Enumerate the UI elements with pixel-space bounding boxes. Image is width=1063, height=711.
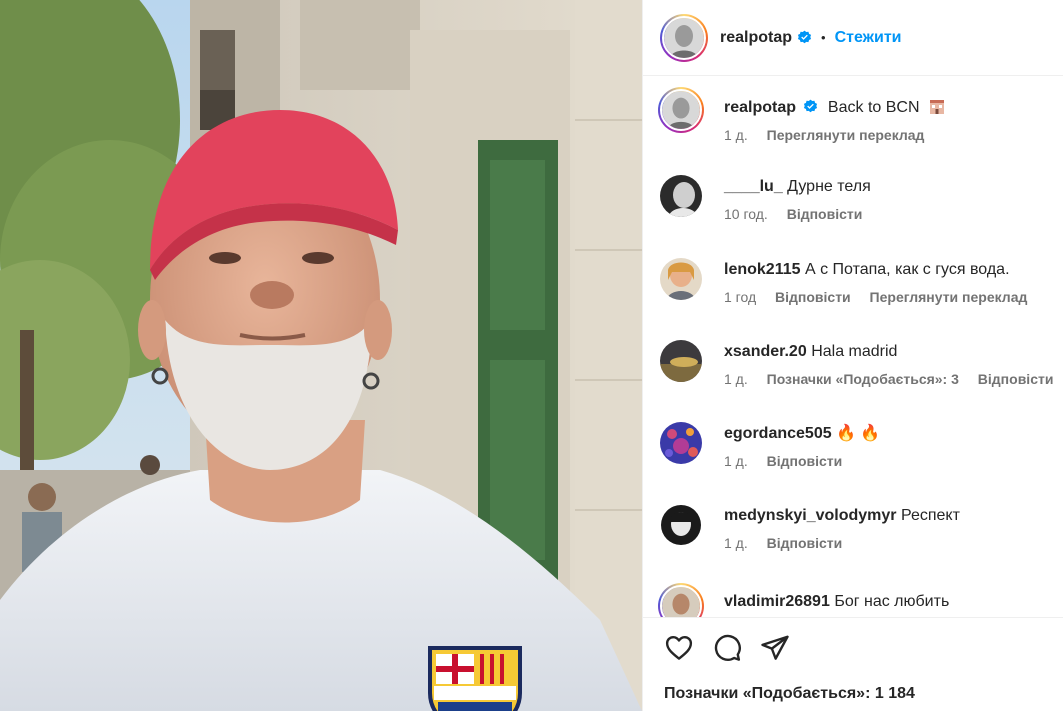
comment-time: 1 год xyxy=(724,289,757,305)
avatar-image xyxy=(664,17,704,58)
comment-button[interactable] xyxy=(711,632,743,664)
comment-item: egordance505 🔥 🔥 1 д. Відповісти xyxy=(660,422,1055,469)
share-button[interactable] xyxy=(759,632,791,664)
see-translation-button[interactable]: Переглянути переклад xyxy=(767,127,925,143)
commenter-avatar[interactable] xyxy=(660,258,702,300)
comment-item: ____lu_ Дурне теля 10 год. Відповісти xyxy=(660,175,1055,222)
avatar-image xyxy=(662,91,700,129)
reply-button[interactable]: Відповісти xyxy=(767,453,843,469)
follow-button[interactable]: Стежити xyxy=(835,29,902,47)
commenter-avatar[interactable] xyxy=(660,175,702,217)
reply-button[interactable]: Відповісти xyxy=(775,289,851,305)
comment-text: Респект xyxy=(900,507,960,524)
caption: realpotap Back to BCN 1 д. Переглянути п… xyxy=(658,87,1055,143)
separator-dot: • xyxy=(821,30,826,45)
post-side-panel: realpotap • Стежити realpotap Back to BC… xyxy=(642,0,1063,711)
comment-time: 1 д. xyxy=(724,453,748,469)
verified-badge-icon xyxy=(804,99,818,113)
author-username[interactable]: realpotap xyxy=(720,29,792,47)
comments-list[interactable]: realpotap Back to BCN 1 д. Переглянути п… xyxy=(643,77,1063,617)
comment-text: А с Потапа, как с гуся вода. xyxy=(804,261,1010,278)
post-actions: Позначки «Подобається»: 1 184 xyxy=(643,617,1063,711)
post-header: realpotap • Стежити xyxy=(643,0,1063,76)
commenter-avatar[interactable] xyxy=(658,583,704,617)
reply-button[interactable]: Відповісти xyxy=(787,206,863,222)
hotel-emoji-icon xyxy=(929,100,944,114)
verified-badge-icon xyxy=(797,30,812,44)
caption-avatar[interactable] xyxy=(658,87,704,133)
heart-icon xyxy=(665,635,693,660)
comment-username[interactable]: ____lu_ xyxy=(724,178,783,195)
commenter-avatar[interactable] xyxy=(660,504,702,546)
comment-text: Бог нас любить xyxy=(834,593,950,610)
commenter-avatar[interactable] xyxy=(660,340,702,382)
comment-item: xsander.20 Hala madrid 1 д. Позначки «По… xyxy=(660,340,1055,387)
post-photo[interactable] xyxy=(0,0,642,711)
comment-time: 1 д. xyxy=(724,371,748,387)
comment-time: 1 д. xyxy=(724,535,748,551)
comment-username[interactable]: vladimir26891 xyxy=(724,593,830,610)
comment-text: Hala madrid xyxy=(811,343,898,360)
like-button[interactable] xyxy=(663,632,695,664)
caption-username[interactable]: realpotap xyxy=(724,99,796,116)
comment-text: Дурне теля xyxy=(787,178,871,195)
comment-item: medynskyi_volodymyr Респект 1 д. Відпові… xyxy=(660,504,1055,551)
caption-time: 1 д. xyxy=(724,127,748,143)
comment-username[interactable]: egordance505 xyxy=(724,425,832,442)
comment-text: 🔥 🔥 xyxy=(836,425,881,442)
post-likes-count[interactable]: Позначки «Подобається»: 1 184 xyxy=(664,685,915,703)
comment-time: 10 год. xyxy=(724,206,768,222)
share-icon xyxy=(761,635,789,660)
comment-username[interactable]: lenok2115 xyxy=(724,261,801,278)
commenter-avatar[interactable] xyxy=(660,422,702,464)
comment-item: vladimir26891 Бог нас любить xyxy=(658,583,1055,617)
caption-text: Back to BCN xyxy=(827,99,920,116)
comment-username[interactable]: medynskyi_volodymyr xyxy=(724,507,897,524)
reply-button[interactable]: Відповісти xyxy=(767,535,843,551)
post-image xyxy=(0,0,642,711)
avatar-image xyxy=(662,587,700,617)
author-avatar[interactable] xyxy=(660,13,708,62)
comment-likes-count[interactable]: Позначки «Подобається»: 3 xyxy=(767,371,959,387)
see-translation-button[interactable]: Переглянути переклад xyxy=(870,289,1028,305)
comment-username[interactable]: xsander.20 xyxy=(724,343,807,360)
comment-icon xyxy=(714,634,741,661)
reply-button[interactable]: Відповісти xyxy=(978,371,1054,387)
comment-item: lenok2115 А с Потапа, как с гуся вода. 1… xyxy=(660,258,1055,305)
